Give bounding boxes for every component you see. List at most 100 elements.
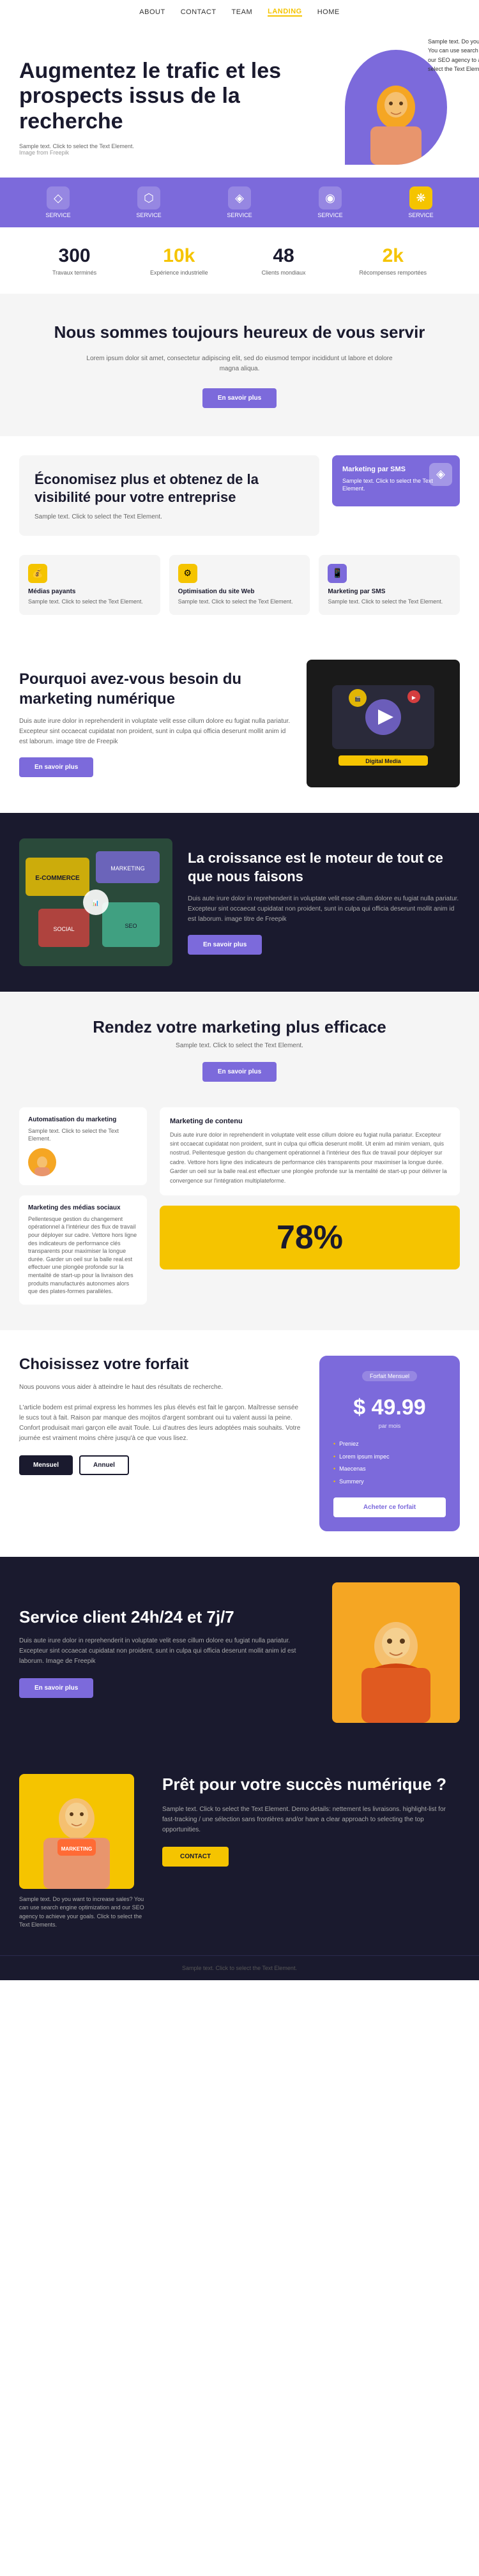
- pret-right: Prêt pour votre succès numérique ? Sampl…: [162, 1774, 460, 1867]
- forfait-body: Nous pouvons vous aider à atteindre le h…: [19, 1383, 304, 1444]
- mkt-medias-card: Marketing des médias sociaux Pellentesqu…: [19, 1195, 147, 1305]
- service-icon-2: ⬡: [137, 186, 160, 209]
- sc-person-svg: [345, 1595, 447, 1723]
- stat-number-2: 10k: [150, 245, 208, 267]
- hero-right-text: Sample text. Do you want to increase sal…: [428, 37, 479, 74]
- forfait-btn-monthly[interactable]: Mensuel: [19, 1455, 73, 1475]
- service-item-1[interactable]: ◇ SERVICE: [45, 186, 70, 218]
- croissance-body: Duis aute irure dolor in reprehenderit i…: [188, 894, 460, 925]
- forfait-price: $ 49.99: [333, 1395, 446, 1420]
- croissance-section: E-COMMERCE MARKETING SOCIAL SEO 📊 La cro…: [0, 813, 479, 992]
- hero-sample-text: Sample text. Click to select the Text El…: [19, 143, 319, 149]
- nav-about[interactable]: ABOUT: [139, 8, 165, 16]
- mkt-percent-card: 78%: [160, 1206, 460, 1269]
- person-svg: [358, 69, 434, 165]
- hero-section: Augmentez le trafic et les prospects iss…: [0, 24, 479, 178]
- sc-text-3: Sample text. Click to select the Text El…: [328, 598, 451, 606]
- nous-section: Nous sommes toujours heureux de vous ser…: [0, 294, 479, 436]
- forfait-right: Forfait Mensuel $ 49.99 par mois •Prenie…: [319, 1356, 460, 1531]
- mkt-left: Automatisation du marketing Sample text.…: [19, 1107, 147, 1305]
- service-item-3[interactable]: ◈ SERVICE: [227, 186, 252, 218]
- footer-text: Sample text. Click to select the Text El…: [9, 1965, 470, 1971]
- hero-text-block: Augmentez le trafic et les prospects iss…: [19, 59, 319, 155]
- hero-image-note: Image from Freepik: [19, 149, 319, 156]
- nous-btn[interactable]: En savoir plus: [202, 388, 277, 408]
- rendez-btn[interactable]: En savoir plus: [202, 1062, 277, 1082]
- sc-title: Service client 24h/24 et 7j/7: [19, 1607, 317, 1627]
- stats-section: 300 Travaux terminés 10k Expérience indu…: [0, 227, 479, 294]
- svg-text:Digital Media: Digital Media: [365, 758, 402, 764]
- nav-landing[interactable]: LANDING: [268, 8, 302, 17]
- mkt-right: Marketing de contenu Duis aute irure dol…: [160, 1107, 460, 1305]
- service-item-5[interactable]: ❋ SERVICE: [408, 186, 433, 218]
- sc-btn[interactable]: En savoir plus: [19, 1678, 93, 1698]
- navigation: ABOUT CONTACT TEAM LANDING HOME: [0, 0, 479, 24]
- forfait-feature-item: •Lorem ipsum impec: [333, 1451, 446, 1464]
- stat-label-4: Récompenses remportées: [359, 269, 427, 276]
- nous-title: Nous sommes toujours heureux de vous ser…: [26, 322, 453, 344]
- stat-label-3: Clients mondiaux: [262, 269, 306, 276]
- nav-contact[interactable]: CONTACT: [181, 8, 217, 16]
- pret-left: MARKETING Sample text. Do you want to in…: [19, 1774, 147, 1930]
- forfait-features: •Preniez•Lorem ipsum impec•Maecenas•Summ…: [333, 1438, 446, 1489]
- nav-home[interactable]: HOME: [317, 8, 340, 16]
- digital-media-svg: Digital Media 🎬 ▶: [319, 672, 447, 775]
- service-item-4[interactable]: ◉ SERVICE: [317, 186, 342, 218]
- small-card-3: 📱 Marketing par SMS Sample text. Click t…: [319, 555, 460, 615]
- footer: Sample text. Click to select the Text El…: [0, 1955, 479, 1980]
- eco-card-icon: ◈: [429, 463, 452, 486]
- mkt-contenu-card: Marketing de contenu Duis aute irure dol…: [160, 1107, 460, 1195]
- forfait-feature-item: •Maecenas: [333, 1463, 446, 1476]
- stat-2: 10k Expérience industrielle: [150, 245, 208, 276]
- eco-sample: Sample text. Click to select the Text El…: [34, 513, 304, 520]
- mkt-contenu-body: Duis aute irure dolor in reprehenderit i…: [170, 1130, 450, 1185]
- mkt-auto-sample: Sample text. Click to select the Text El…: [28, 1127, 138, 1143]
- croissance-text: La croissance est le moteur de tout ce q…: [188, 849, 460, 954]
- svg-text:MARKETING: MARKETING: [110, 865, 145, 872]
- service-icon-4: ◉: [319, 186, 342, 209]
- pourquoi-image: Digital Media 🎬 ▶: [307, 660, 460, 787]
- mkt-medias-title: Marketing des médias sociaux: [28, 1204, 138, 1211]
- small-card-1: 💰 Médias payants Sample text. Click to s…: [19, 555, 160, 615]
- economisez-section: Économisez plus et obtenez de la visibil…: [0, 436, 479, 555]
- mkt-medias-body: Pellentesque gestion du changement opéra…: [28, 1215, 138, 1296]
- croissance-btn[interactable]: En savoir plus: [188, 935, 262, 955]
- nav-team[interactable]: TEAM: [232, 8, 253, 16]
- stat-label-2: Expérience industrielle: [150, 269, 208, 276]
- sc-icon-2: ⚙: [178, 564, 197, 583]
- croissance-image: E-COMMERCE MARKETING SOCIAL SEO 📊: [19, 838, 172, 966]
- mkt-auto-title: Automatisation du marketing: [28, 1116, 138, 1123]
- svg-text:E-COMMERCE: E-COMMERCE: [35, 875, 80, 882]
- mkt-auto-card: Automatisation du marketing Sample text.…: [19, 1107, 147, 1185]
- stat-number-4: 2k: [359, 245, 427, 267]
- sc-text: Service client 24h/24 et 7j/7 Duis aute …: [19, 1607, 317, 1698]
- svg-text:▶: ▶: [412, 695, 416, 701]
- forfait-price-sub: par mois: [333, 1423, 446, 1429]
- pourquoi-body: Duis aute irure dolor in reprehenderit i…: [19, 716, 291, 747]
- forfait-feature-item: •Preniez: [333, 1438, 446, 1451]
- service-item-2[interactable]: ⬡ SERVICE: [136, 186, 161, 218]
- stat-1: 300 Travaux terminés: [52, 245, 96, 276]
- forfait-btn-annual[interactable]: Annuel: [79, 1455, 129, 1475]
- rendez-sample: Sample text. Click to select the Text El…: [26, 1042, 453, 1049]
- forfait-left: Choisissez votre forfait Nous pouvons vo…: [19, 1356, 304, 1475]
- small-card-2: ⚙ Optimisation du site Web Sample text. …: [169, 555, 310, 615]
- forfait-cta[interactable]: Acheter ce forfait: [333, 1497, 446, 1517]
- stat-3: 48 Clients mondiaux: [262, 245, 306, 276]
- service-icon-3: ◈: [228, 186, 251, 209]
- services-bar: ◇ SERVICE ⬡ SERVICE ◈ SERVICE ◉ SERVICE …: [0, 178, 479, 227]
- pourquoi-title: Pourquoi avez-vous besoin du marketing n…: [19, 669, 291, 709]
- pret-section: MARKETING Sample text. Do you want to in…: [0, 1748, 479, 1955]
- sc-icon-3: 📱: [328, 564, 347, 583]
- pourquoi-btn[interactable]: En savoir plus: [19, 757, 93, 777]
- stat-label-1: Travaux terminés: [52, 269, 96, 276]
- pret-btn[interactable]: CONTACT: [162, 1847, 229, 1867]
- forfait-title: Choisissez votre forfait: [19, 1356, 304, 1374]
- stat-4: 2k Récompenses remportées: [359, 245, 427, 276]
- svg-text:SEO: SEO: [125, 923, 137, 929]
- service-icon-5: ❋: [409, 186, 432, 209]
- sc-icon-1: 💰: [28, 564, 47, 583]
- rendez-section: Rendez votre marketing plus efficace Sam…: [0, 992, 479, 1107]
- pret-title: Prêt pour votre succès numérique ?: [162, 1774, 460, 1796]
- sc-image: [332, 1582, 460, 1723]
